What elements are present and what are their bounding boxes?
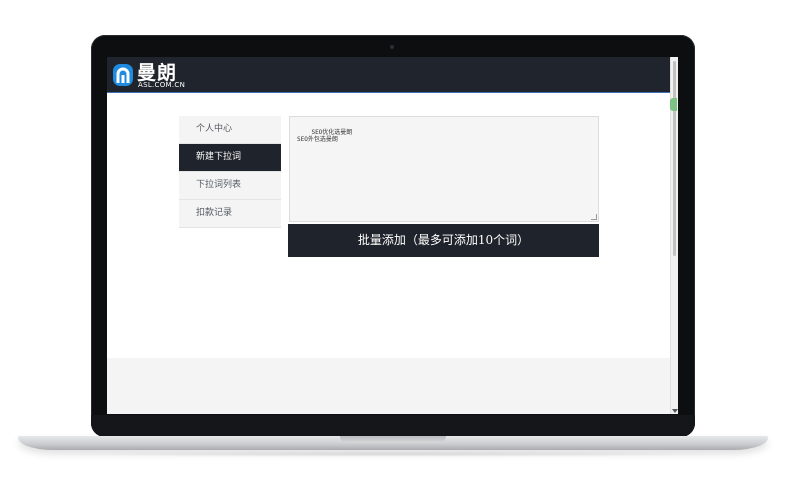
page-footer (107, 358, 670, 414)
logo-subtext: ASL.COM.CN (138, 81, 186, 89)
sidebar-item-keyword-list[interactable]: 下拉词列表 (179, 172, 281, 200)
keywords-text: SEO优化选曼朗 SEO外包选曼朗 (297, 129, 353, 143)
laptop-chin (91, 415, 695, 437)
arrow-down-icon[interactable] (672, 409, 678, 413)
manlang-logo-icon[interactable] (112, 63, 134, 87)
browser-viewport: 曼朗 ASL.COM.CN 个人中心 新建下拉词 下拉词列表 扣款记录 SEO优… (107, 57, 678, 414)
sidebar-item-deduction-records[interactable]: 扣款记录 (179, 200, 281, 228)
scrollbar-thumb[interactable] (673, 61, 676, 256)
side-widget-tab[interactable] (670, 98, 677, 111)
site-header: 曼朗 ASL.COM.CN (107, 57, 678, 93)
sidebar-item-profile[interactable]: 个人中心 (179, 116, 281, 144)
camera-icon (390, 45, 394, 49)
batch-add-button[interactable]: 批量添加（最多可添加10个词） (288, 224, 599, 257)
keywords-textarea[interactable]: SEO优化选曼朗 SEO外包选曼朗 (289, 116, 599, 222)
laptop-notch (340, 436, 446, 443)
laptop-shadow (40, 451, 746, 457)
resize-handle[interactable] (591, 214, 597, 220)
sidebar-nav: 个人中心 新建下拉词 下拉词列表 扣款记录 (179, 116, 281, 228)
sidebar-item-new-keyword[interactable]: 新建下拉词 (179, 144, 281, 172)
